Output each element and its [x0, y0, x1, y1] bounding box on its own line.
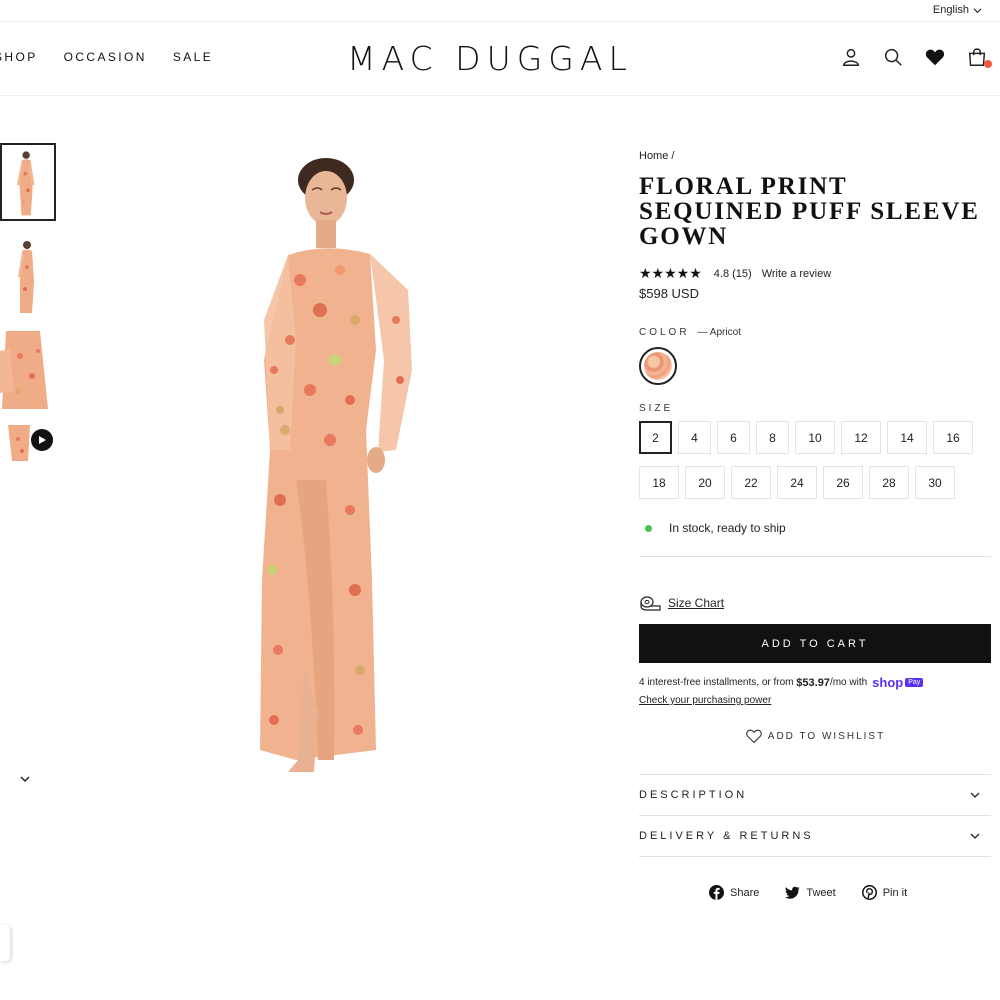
- nav-item-sale[interactable]: SALE: [173, 50, 213, 64]
- shop-pay-badge: Pay: [905, 678, 924, 687]
- twitter-icon: [785, 886, 800, 899]
- installments-post: /mo with: [829, 677, 868, 688]
- write-review-link[interactable]: Write a review: [762, 268, 831, 280]
- stock-status: In stock, ready to ship: [639, 521, 991, 535]
- size-option-14[interactable]: 14: [887, 421, 927, 454]
- main-nav: SHOP OCCASION SALE: [0, 50, 213, 64]
- utility-bar: English: [0, 0, 1000, 22]
- wishlist-label: ADD TO WISHLIST: [767, 730, 886, 742]
- share-facebook-button[interactable]: Share: [709, 885, 759, 900]
- site-header: SHOP OCCASION SALE MAC DUGGAL: [0, 22, 1000, 96]
- side-tab[interactable]: [0, 925, 10, 961]
- language-selector[interactable]: English: [933, 4, 982, 16]
- cart-icon[interactable]: [966, 46, 992, 70]
- chevron-down-icon: [970, 833, 980, 839]
- share-label: Share: [730, 886, 760, 899]
- size-option-2[interactable]: 2: [639, 421, 672, 454]
- chevron-down-icon[interactable]: [18, 772, 32, 786]
- accordion-description[interactable]: DESCRIPTION: [639, 775, 991, 816]
- thumbnail-3[interactable]: [0, 331, 56, 409]
- check-purchasing-power-link[interactable]: Check your purchasing power: [639, 695, 771, 706]
- size-chart-link[interactable]: Size Chart: [639, 595, 991, 611]
- accordion-label: DESCRIPTION: [639, 789, 748, 801]
- size-chart-label: Size Chart: [668, 596, 725, 610]
- size-option-24[interactable]: 24: [777, 466, 817, 499]
- accordion-delivery-returns[interactable]: DELIVERY & RETURNS: [639, 816, 991, 857]
- thumbnail-list: [0, 143, 58, 519]
- share-twitter-button[interactable]: Tweet: [785, 885, 836, 900]
- share-label: Pin it: [882, 886, 908, 899]
- size-option-12[interactable]: 12: [841, 421, 881, 454]
- play-icon[interactable]: [31, 429, 53, 451]
- stock-dot-icon: [645, 524, 652, 532]
- product-title-line: GOWN: [639, 223, 729, 250]
- thumbnail-2[interactable]: [0, 237, 56, 315]
- size-option-18[interactable]: 18: [639, 466, 679, 499]
- color-label-row: COLOR — Apricot: [639, 327, 991, 338]
- shop-pay-logo: shop: [872, 675, 904, 690]
- size-option-20[interactable]: 20: [685, 466, 725, 499]
- share-label: Tweet: [806, 886, 836, 899]
- rating-value: 4.8: [713, 267, 730, 280]
- share-row: Share Tweet Pin it: [639, 885, 991, 900]
- language-label: English: [932, 4, 969, 16]
- product-title-line: SEQUINED PUFF SLEEVE: [639, 198, 980, 225]
- review-count: (15): [732, 267, 752, 280]
- installments-amount: $53.97: [796, 676, 830, 689]
- brand-logo[interactable]: MAC DUGGAL: [340, 39, 640, 78]
- thumbnail-4-video[interactable]: [0, 425, 56, 503]
- size-option-26[interactable]: 26: [823, 466, 863, 499]
- chevron-down-icon: [973, 7, 982, 13]
- nav-item-shop[interactable]: SHOP: [0, 50, 38, 64]
- size-option-4[interactable]: 4: [678, 421, 711, 454]
- product-main-image[interactable]: [200, 150, 460, 790]
- share-pinterest-button[interactable]: Pin it: [861, 885, 908, 900]
- installments-pre: 4 interest-free installments, or from: [639, 677, 794, 688]
- size-option-8[interactable]: 8: [756, 421, 789, 454]
- accordion-label: DELIVERY & RETURNS: [639, 830, 814, 842]
- installments-info: 4 interest-free installments, or from $5…: [639, 675, 991, 690]
- size-option-6[interactable]: 6: [717, 421, 750, 454]
- product-price: $598 USD: [639, 286, 699, 301]
- divider: [639, 556, 991, 557]
- size-options: 2 4 6 8 10 12 14 16 18 20 22 24 26 28 30: [639, 421, 989, 499]
- color-swatch-apricot[interactable]: [639, 347, 677, 385]
- cart-badge: [984, 60, 992, 68]
- account-icon[interactable]: [840, 46, 864, 70]
- pinterest-icon: [861, 885, 877, 900]
- header-icons: [840, 46, 992, 70]
- breadcrumb[interactable]: Home /: [639, 150, 991, 162]
- rating-row: ★★★★★ 4.8 (15) Write a review: [639, 265, 991, 282]
- size-chart-icon: [640, 596, 661, 611]
- size-option-22[interactable]: 22: [731, 466, 771, 499]
- color-label: COLOR: [639, 327, 690, 338]
- size-label: SIZE: [639, 403, 674, 414]
- product-title-line: FLORAL PRINT: [639, 173, 848, 200]
- nav-item-occasion[interactable]: OCCASION: [64, 50, 147, 64]
- add-to-cart-button[interactable]: ADD TO CART: [639, 624, 991, 663]
- size-option-28[interactable]: 28: [869, 466, 909, 499]
- search-icon[interactable]: [882, 46, 906, 70]
- chevron-down-icon: [970, 792, 980, 798]
- product-info: Home / FLORAL PRINT SEQUINED PUFF SLEEVE…: [639, 150, 991, 900]
- color-value: — Apricot: [697, 327, 741, 338]
- facebook-icon: [709, 885, 724, 900]
- add-to-wishlist-button[interactable]: ADD TO WISHLIST: [639, 728, 991, 744]
- stock-text: In stock, ready to ship: [669, 521, 786, 535]
- product-title: FLORAL PRINT SEQUINED PUFF SLEEVE GOWN: [639, 174, 991, 249]
- heart-outline-icon: [746, 729, 762, 744]
- heart-icon[interactable]: [924, 46, 948, 70]
- size-option-30[interactable]: 30: [915, 466, 955, 499]
- size-option-10[interactable]: 10: [795, 421, 835, 454]
- thumbnail-1[interactable]: [0, 143, 56, 221]
- size-option-16[interactable]: 16: [933, 421, 973, 454]
- star-rating-icon[interactable]: ★★★★★: [639, 265, 702, 282]
